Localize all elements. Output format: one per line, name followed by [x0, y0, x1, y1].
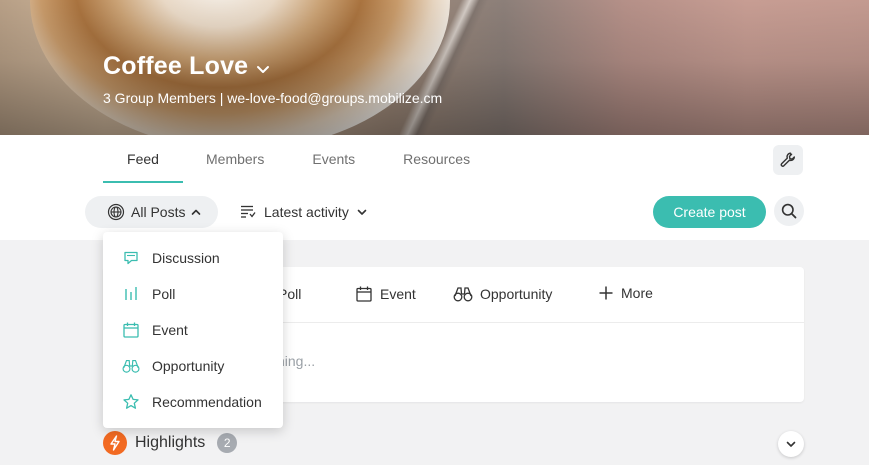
sort-list-icon	[241, 205, 256, 218]
calendar-icon	[356, 286, 372, 302]
group-subtitle: 3 Group Members | we-love-food@groups.mo…	[103, 90, 443, 106]
sort-dropdown[interactable]: Latest activity	[240, 196, 367, 228]
group-title-menu[interactable]: Coffee Love	[103, 52, 270, 81]
menu-item-label: Opportunity	[152, 358, 225, 374]
composer-event-button[interactable]: Event	[355, 285, 416, 303]
menu-item-poll[interactable]: Poll	[103, 276, 283, 312]
globe-filter-icon	[107, 203, 125, 221]
binoculars-icon	[453, 287, 473, 302]
highlights-label: Highlights	[135, 434, 206, 451]
search-icon	[781, 203, 797, 219]
post-filter-menu: Discussion Poll Event Opportunity Recomm…	[103, 232, 283, 428]
sort-label: Latest activity	[264, 204, 349, 220]
filter-label: All Posts	[131, 204, 186, 220]
group-title: Coffee Love	[103, 52, 249, 80]
poll-icon	[122, 285, 140, 303]
group-banner: Coffee Love 3 Group Members | we-love-fo…	[0, 0, 869, 135]
plus-icon	[599, 286, 613, 300]
tab-events[interactable]: Events	[312, 135, 355, 183]
calendar-icon	[122, 321, 140, 339]
tab-members[interactable]: Members	[206, 135, 264, 183]
chevron-up-icon	[192, 209, 201, 215]
chat-bubble-icon	[122, 249, 140, 267]
search-button[interactable]	[774, 196, 804, 226]
highlights-header: Highlights 2	[103, 431, 238, 455]
chevron-down-icon	[357, 209, 367, 215]
group-nav-panel: Feed Members Events Resources All Posts …	[0, 135, 869, 240]
menu-item-label: Recommendation	[152, 394, 262, 410]
composer-opportunity-label: Opportunity	[480, 286, 553, 302]
tab-feed[interactable]: Feed	[103, 135, 183, 183]
binoculars-icon	[122, 357, 140, 375]
lightning-bolt-icon	[103, 431, 127, 455]
menu-item-label: Event	[152, 322, 188, 338]
composer-opportunity-button[interactable]: Opportunity	[453, 285, 552, 303]
menu-item-label: Poll	[152, 286, 176, 302]
chevron-down-icon	[786, 441, 796, 447]
menu-item-recommendation[interactable]: Recommendation	[103, 384, 283, 420]
group-settings-button[interactable]	[773, 145, 803, 175]
highlights-count-badge: 2	[217, 433, 238, 453]
highlights-collapse-button[interactable]	[778, 431, 804, 457]
menu-item-opportunity[interactable]: Opportunity	[103, 348, 283, 384]
menu-item-label: Discussion	[152, 250, 220, 266]
create-post-button[interactable]: Create post	[653, 196, 766, 228]
wrench-icon	[780, 152, 795, 167]
tab-bar: Feed Members Events Resources	[103, 135, 470, 183]
composer-event-label: Event	[380, 286, 416, 302]
post-filter-dropdown[interactable]: All Posts	[85, 196, 218, 228]
menu-item-event[interactable]: Event	[103, 312, 283, 348]
tab-resources[interactable]: Resources	[403, 135, 470, 183]
composer-more-button[interactable]: More	[598, 285, 653, 301]
star-icon	[122, 393, 140, 411]
chevron-down-icon	[257, 65, 270, 73]
menu-item-discussion[interactable]: Discussion	[103, 240, 283, 276]
composer-more-label: More	[621, 285, 653, 301]
